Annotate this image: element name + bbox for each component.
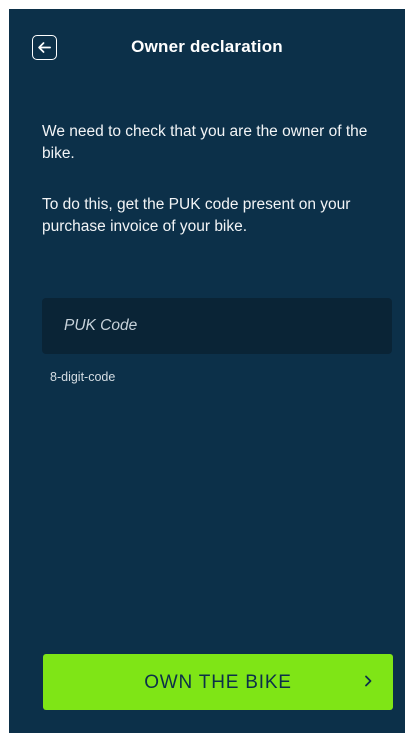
- instructions-paragraph: To do this, get the PUK code present on …: [42, 196, 351, 235]
- puk-code-input[interactable]: [42, 298, 392, 354]
- header: Owner declaration: [9, 9, 405, 87]
- chevron-right-icon: [365, 675, 372, 687]
- owner-declaration-screen: Owner declaration We need to check that …: [9, 9, 405, 733]
- puk-code-hint: 8-digit-code: [50, 370, 116, 384]
- page-title: Owner declaration: [131, 37, 283, 56]
- own-the-bike-button[interactable]: OWN THE BIKE: [43, 654, 393, 710]
- own-the-bike-label: OWN THE BIKE: [144, 672, 292, 693]
- intro-paragraph: We need to check that you are the owner …: [42, 123, 368, 162]
